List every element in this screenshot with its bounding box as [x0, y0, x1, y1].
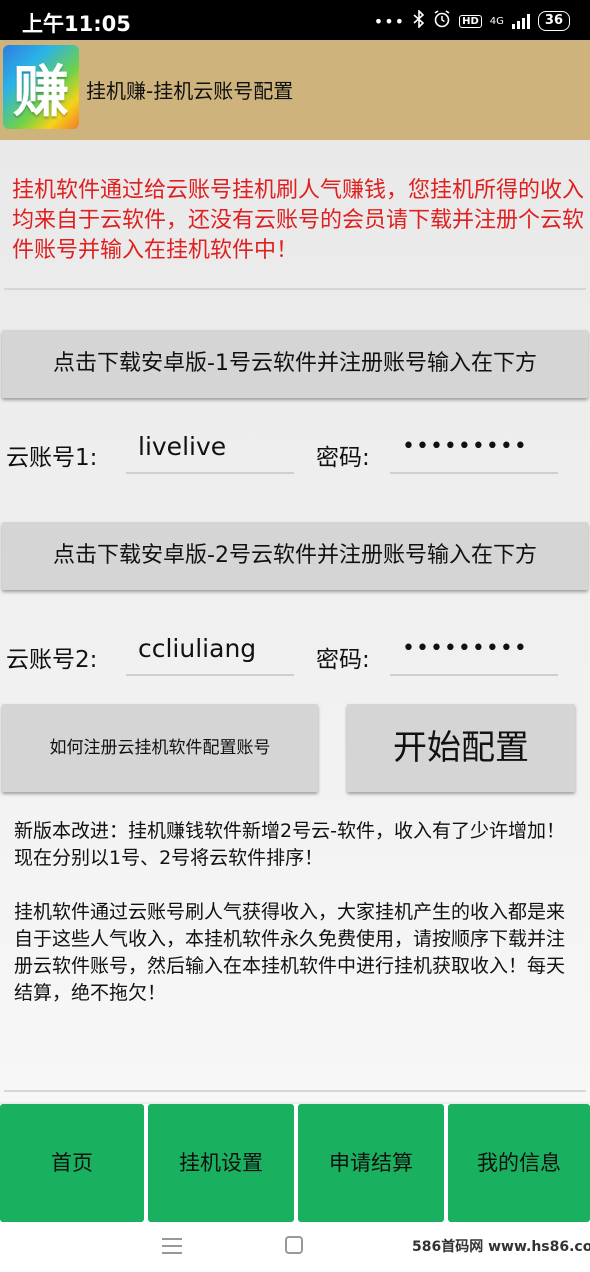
nav-home[interactable]: 首页 — [0, 1104, 144, 1222]
app-logo: 赚 — [3, 45, 79, 129]
account2-label: 云账号2: — [6, 647, 98, 673]
password2-label: 密码: — [316, 647, 370, 673]
password1-input[interactable]: ••••••••• — [390, 430, 558, 474]
notification-dots-icon: ••• — [373, 11, 406, 31]
home-icon[interactable] — [285, 1236, 303, 1254]
account1-input[interactable]: livelive — [126, 430, 294, 474]
status-time: 上午11:05 — [22, 12, 131, 36]
password1-label: 密码: — [316, 445, 370, 471]
app-logo-char: 赚 — [13, 58, 69, 125]
account1-value: livelive — [138, 432, 227, 461]
page-title: 挂机赚-挂机云账号配置 — [86, 79, 294, 103]
main-content: 挂机软件通过给云账号挂机刷人气赚钱，您挂机所得的收入均来自于云软件，还没有云账号… — [0, 140, 590, 1102]
notice-text: 挂机软件通过给云账号挂机刷人气赚钱，您挂机所得的收入均来自于云软件，还没有云账号… — [12, 178, 585, 263]
title-bar: 赚 挂机赚-挂机云账号配置 — [0, 40, 590, 140]
start-config-button[interactable]: 开始配置 — [347, 704, 575, 792]
nav-my-info[interactable]: 我的信息 — [448, 1104, 590, 1222]
info-text-block: 新版本改进：挂机赚钱软件新增2号云-软件，收入有了少许增加！现在分别以1号、2号… — [14, 818, 580, 1007]
bluetooth-icon — [413, 9, 425, 32]
status-bar: 上午11:05 ••• HD 4G 36 — [0, 0, 590, 40]
status-icons: ••• HD 4G 36 — [373, 9, 570, 32]
nav-apply-settlement[interactable]: 申请结算 — [298, 1104, 444, 1222]
download-app-1-button[interactable]: 点击下载安卓版-1号云软件并注册账号输入在下方 — [2, 330, 588, 398]
battery-icon: 36 — [537, 11, 570, 31]
nav-hang-settings[interactable]: 挂机设置 — [148, 1104, 294, 1222]
account2-input[interactable]: ccliuliang — [126, 632, 294, 676]
notice-box: 挂机软件通过给云账号挂机刷人气赚钱，您挂机所得的收入均来自于云软件，还没有云账号… — [4, 140, 586, 290]
network-type: 4G — [489, 15, 504, 27]
divider — [4, 1090, 586, 1092]
download-app-2-button[interactable]: 点击下载安卓版-2号云软件并注册账号输入在下方 — [2, 522, 588, 590]
password2-input[interactable]: ••••••••• — [390, 632, 558, 676]
update-note: 新版本改进：挂机赚钱软件新增2号云-软件，收入有了少许增加！现在分别以1号、2号… — [14, 820, 565, 869]
alarm-icon — [433, 10, 451, 32]
bottom-nav: 首页 挂机设置 申请结算 我的信息 — [0, 1104, 590, 1222]
description-text: 挂机软件通过云账号刷人气获得收入，大家挂机产生的收入都是来自于这些人气收入，本挂… — [14, 901, 566, 1004]
password2-value: ••••••••• — [402, 636, 528, 661]
password1-value: ••••••••• — [402, 434, 528, 459]
howto-register-button[interactable]: 如何注册云挂机软件配置账号 — [2, 704, 318, 792]
signal-icon — [511, 13, 530, 29]
menu-icon[interactable] — [162, 1238, 182, 1254]
hd-badge-icon: HD — [459, 14, 482, 28]
account2-value: ccliuliang — [138, 634, 257, 663]
account1-label: 云账号1: — [6, 445, 98, 471]
watermark: 586首码网 www.hs86.com — [412, 1239, 590, 1255]
system-nav-bar: 586首码网 www.hs86.com — [0, 1222, 590, 1272]
